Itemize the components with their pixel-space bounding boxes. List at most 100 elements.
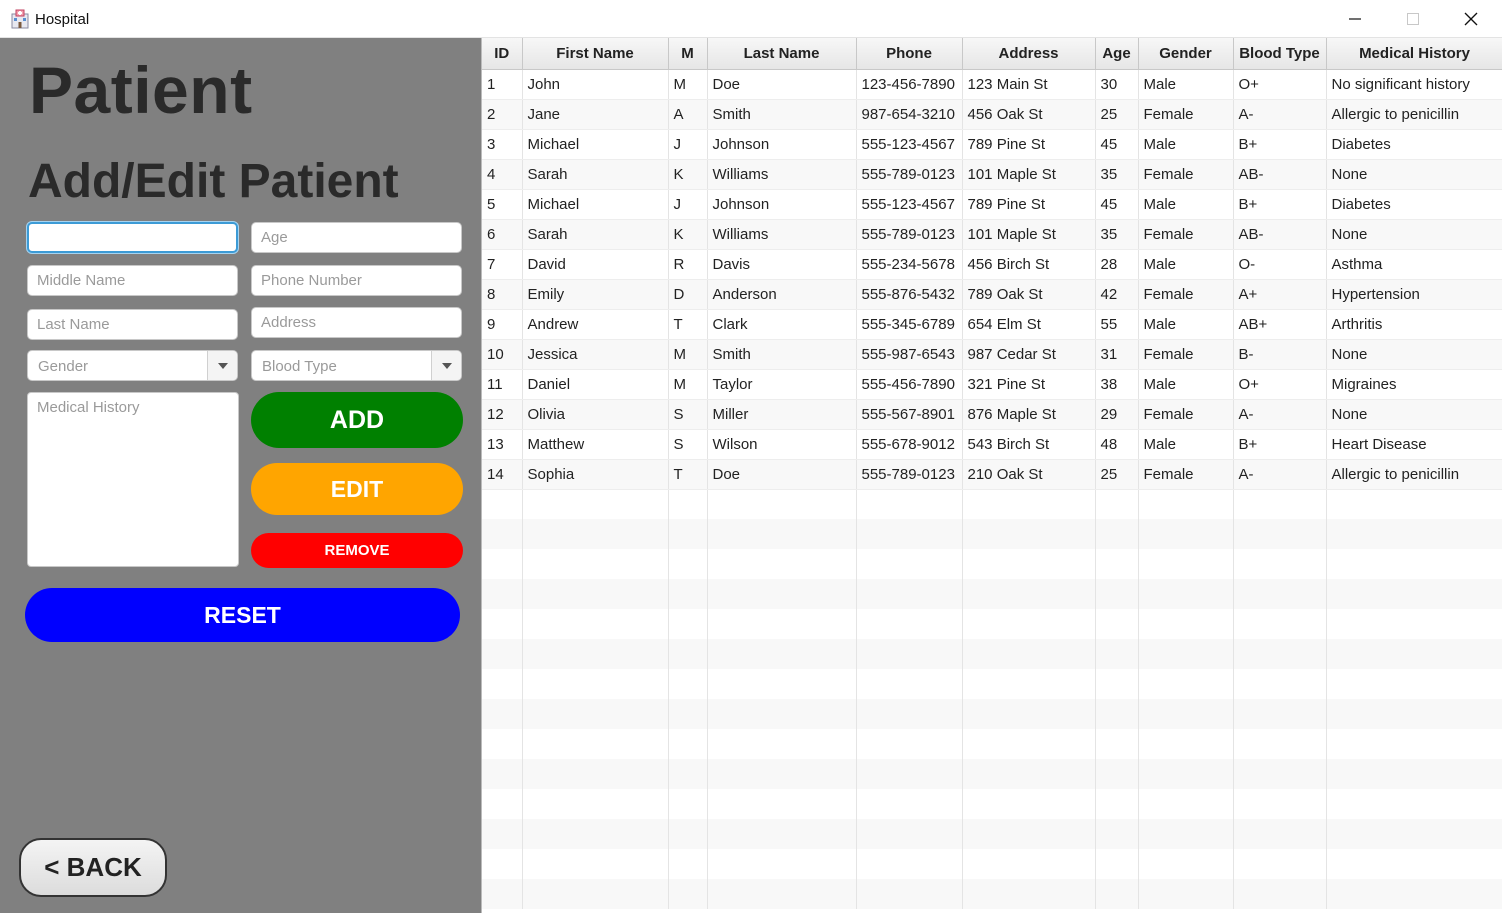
- minimize-button[interactable]: [1326, 0, 1384, 38]
- cell-last-name: [707, 879, 857, 909]
- cell-age: [1095, 759, 1139, 789]
- table-row[interactable]: 1 John M Doe 123-456-7890 123 Main St 30 Male O+…: [482, 69, 1502, 100]
- cell-gender: Male: [1138, 129, 1234, 160]
- cell-phone: [856, 669, 963, 699]
- cell-middle-initial: S: [668, 429, 708, 460]
- cell-middle-initial: [668, 879, 708, 909]
- cell-address: 456 Oak St: [962, 99, 1096, 130]
- cell-middle-initial: D: [668, 279, 708, 310]
- cell-first-name: Michael: [522, 129, 669, 160]
- cell-address: [962, 669, 1096, 699]
- first-name-field[interactable]: [27, 222, 238, 253]
- table-row[interactable]: 10 Jessica M Smith 555-987-6543 987 Cedar St 3…: [482, 339, 1502, 370]
- cell-id: 6: [482, 219, 523, 250]
- table-row[interactable]: 6 Sarah K Williams 555-789-0123 101 Maple St 3…: [482, 219, 1502, 250]
- cell-blood-type: [1233, 879, 1327, 909]
- column-header-first-name[interactable]: First Name: [522, 38, 669, 70]
- table-row[interactable]: 14 Sophia T Doe 555-789-0123 210 Oak St 25 Fema…: [482, 459, 1502, 490]
- cell-first-name: [522, 489, 669, 519]
- cell-first-name: [522, 699, 669, 729]
- blood-type-select[interactable]: Blood Type: [251, 350, 462, 381]
- gender-select[interactable]: Gender: [27, 350, 238, 381]
- table-row[interactable]: 12 Olivia S Miller 555-567-8901 876 Maple St 2…: [482, 399, 1502, 430]
- cell-first-name: [522, 849, 669, 879]
- middle-name-field[interactable]: [27, 265, 238, 296]
- cell-age: [1095, 819, 1139, 849]
- cell-blood-type: [1233, 519, 1327, 549]
- age-field[interactable]: [251, 222, 462, 253]
- cell-phone: [856, 639, 963, 669]
- back-button[interactable]: < BACK: [19, 838, 167, 897]
- cell-address: [962, 489, 1096, 519]
- column-header-last-name[interactable]: Last Name: [707, 38, 857, 70]
- column-header-gender[interactable]: Gender: [1138, 38, 1234, 70]
- reset-button[interactable]: RESET: [25, 588, 460, 642]
- column-header-age[interactable]: Age: [1095, 38, 1139, 70]
- table-row[interactable]: 3 Michael J Johnson 555-123-4567 789 Pine St 4…: [482, 129, 1502, 160]
- cell-medical-history: Arthritis: [1326, 309, 1502, 340]
- cell-address: 210 Oak St: [962, 459, 1096, 490]
- cell-medical-history: [1326, 789, 1502, 819]
- cell-id: [482, 639, 523, 669]
- cell-age: 25: [1095, 99, 1139, 130]
- cell-phone: 555-345-6789: [856, 309, 963, 340]
- cell-id: 3: [482, 129, 523, 160]
- cell-medical-history: None: [1326, 339, 1502, 370]
- cell-address: [962, 549, 1096, 579]
- table-row[interactable]: 13 Matthew S Wilson 555-678-9012 543 Birch St…: [482, 429, 1502, 460]
- cell-middle-initial: [668, 669, 708, 699]
- cell-phone: 555-123-4567: [856, 129, 963, 160]
- cell-age: 35: [1095, 159, 1139, 190]
- chevron-down-icon[interactable]: [207, 351, 237, 380]
- cell-last-name: [707, 639, 857, 669]
- maximize-icon: [1407, 13, 1419, 25]
- table-row[interactable]: 4 Sarah K Williams 555-789-0123 101 Maple St 3…: [482, 159, 1502, 190]
- close-button[interactable]: [1442, 0, 1500, 38]
- cell-last-name: Anderson: [707, 279, 857, 310]
- table-row[interactable]: 9 Andrew T Clark 555-345-6789 654 Elm St 55 Mal…: [482, 309, 1502, 340]
- cell-address: [962, 699, 1096, 729]
- add-button[interactable]: ADD: [251, 392, 463, 448]
- table-row[interactable]: 2 Jane A Smith 987-654-3210 456 Oak St 25 Femal…: [482, 99, 1502, 130]
- edit-button[interactable]: EDIT: [251, 463, 463, 515]
- cell-middle-initial: [668, 849, 708, 879]
- gender-select-label: Gender: [38, 358, 89, 375]
- maximize-button[interactable]: [1384, 0, 1442, 38]
- phone-number-field[interactable]: [251, 265, 462, 296]
- cell-first-name: [522, 759, 669, 789]
- table-row[interactable]: 8 Emily D Anderson 555-876-5432 789 Oak St 42 F…: [482, 279, 1502, 310]
- column-header-phone[interactable]: Phone: [856, 38, 963, 70]
- cell-address: [962, 879, 1096, 909]
- cell-blood-type: A+: [1233, 279, 1327, 310]
- last-name-field[interactable]: [27, 309, 238, 340]
- chevron-down-icon[interactable]: [431, 351, 461, 380]
- table-row[interactable]: 11 Daniel M Taylor 555-456-7890 321 Pine St 38…: [482, 369, 1502, 400]
- cell-gender: [1138, 639, 1234, 669]
- address-field[interactable]: [251, 307, 462, 338]
- remove-button[interactable]: REMOVE: [251, 533, 463, 568]
- cell-gender: [1138, 759, 1234, 789]
- column-header-address[interactable]: Address: [962, 38, 1096, 70]
- cell-blood-type: O+: [1233, 69, 1327, 100]
- cell-last-name: Doe: [707, 69, 857, 100]
- cell-medical-history: Asthma: [1326, 249, 1502, 280]
- table-row[interactable]: 5 Michael J Johnson 555-123-4567 789 Pine St 4…: [482, 189, 1502, 220]
- cell-id: 8: [482, 279, 523, 310]
- cell-phone: [856, 759, 963, 789]
- column-header-middle-initial[interactable]: M: [668, 38, 708, 70]
- cell-blood-type: AB-: [1233, 219, 1327, 250]
- cell-age: 25: [1095, 459, 1139, 490]
- medical-history-field[interactable]: [27, 392, 239, 567]
- cell-phone: [856, 699, 963, 729]
- empty-table-row: [482, 849, 1502, 879]
- cell-id: 13: [482, 429, 523, 460]
- column-header-blood-type[interactable]: Blood Type: [1233, 38, 1327, 70]
- cell-id: [482, 849, 523, 879]
- cell-gender: [1138, 579, 1234, 609]
- table-row[interactable]: 7 David R Davis 555-234-5678 456 Birch St 28 Ma…: [482, 249, 1502, 280]
- cell-medical-history: [1326, 579, 1502, 609]
- patient-table[interactable]: ID First Name M Last Name Phone Address Age Gen…: [481, 38, 1502, 913]
- cell-blood-type: O-: [1233, 249, 1327, 280]
- column-header-medical-history[interactable]: Medical History: [1326, 38, 1502, 70]
- column-header-id[interactable]: ID: [482, 38, 523, 70]
